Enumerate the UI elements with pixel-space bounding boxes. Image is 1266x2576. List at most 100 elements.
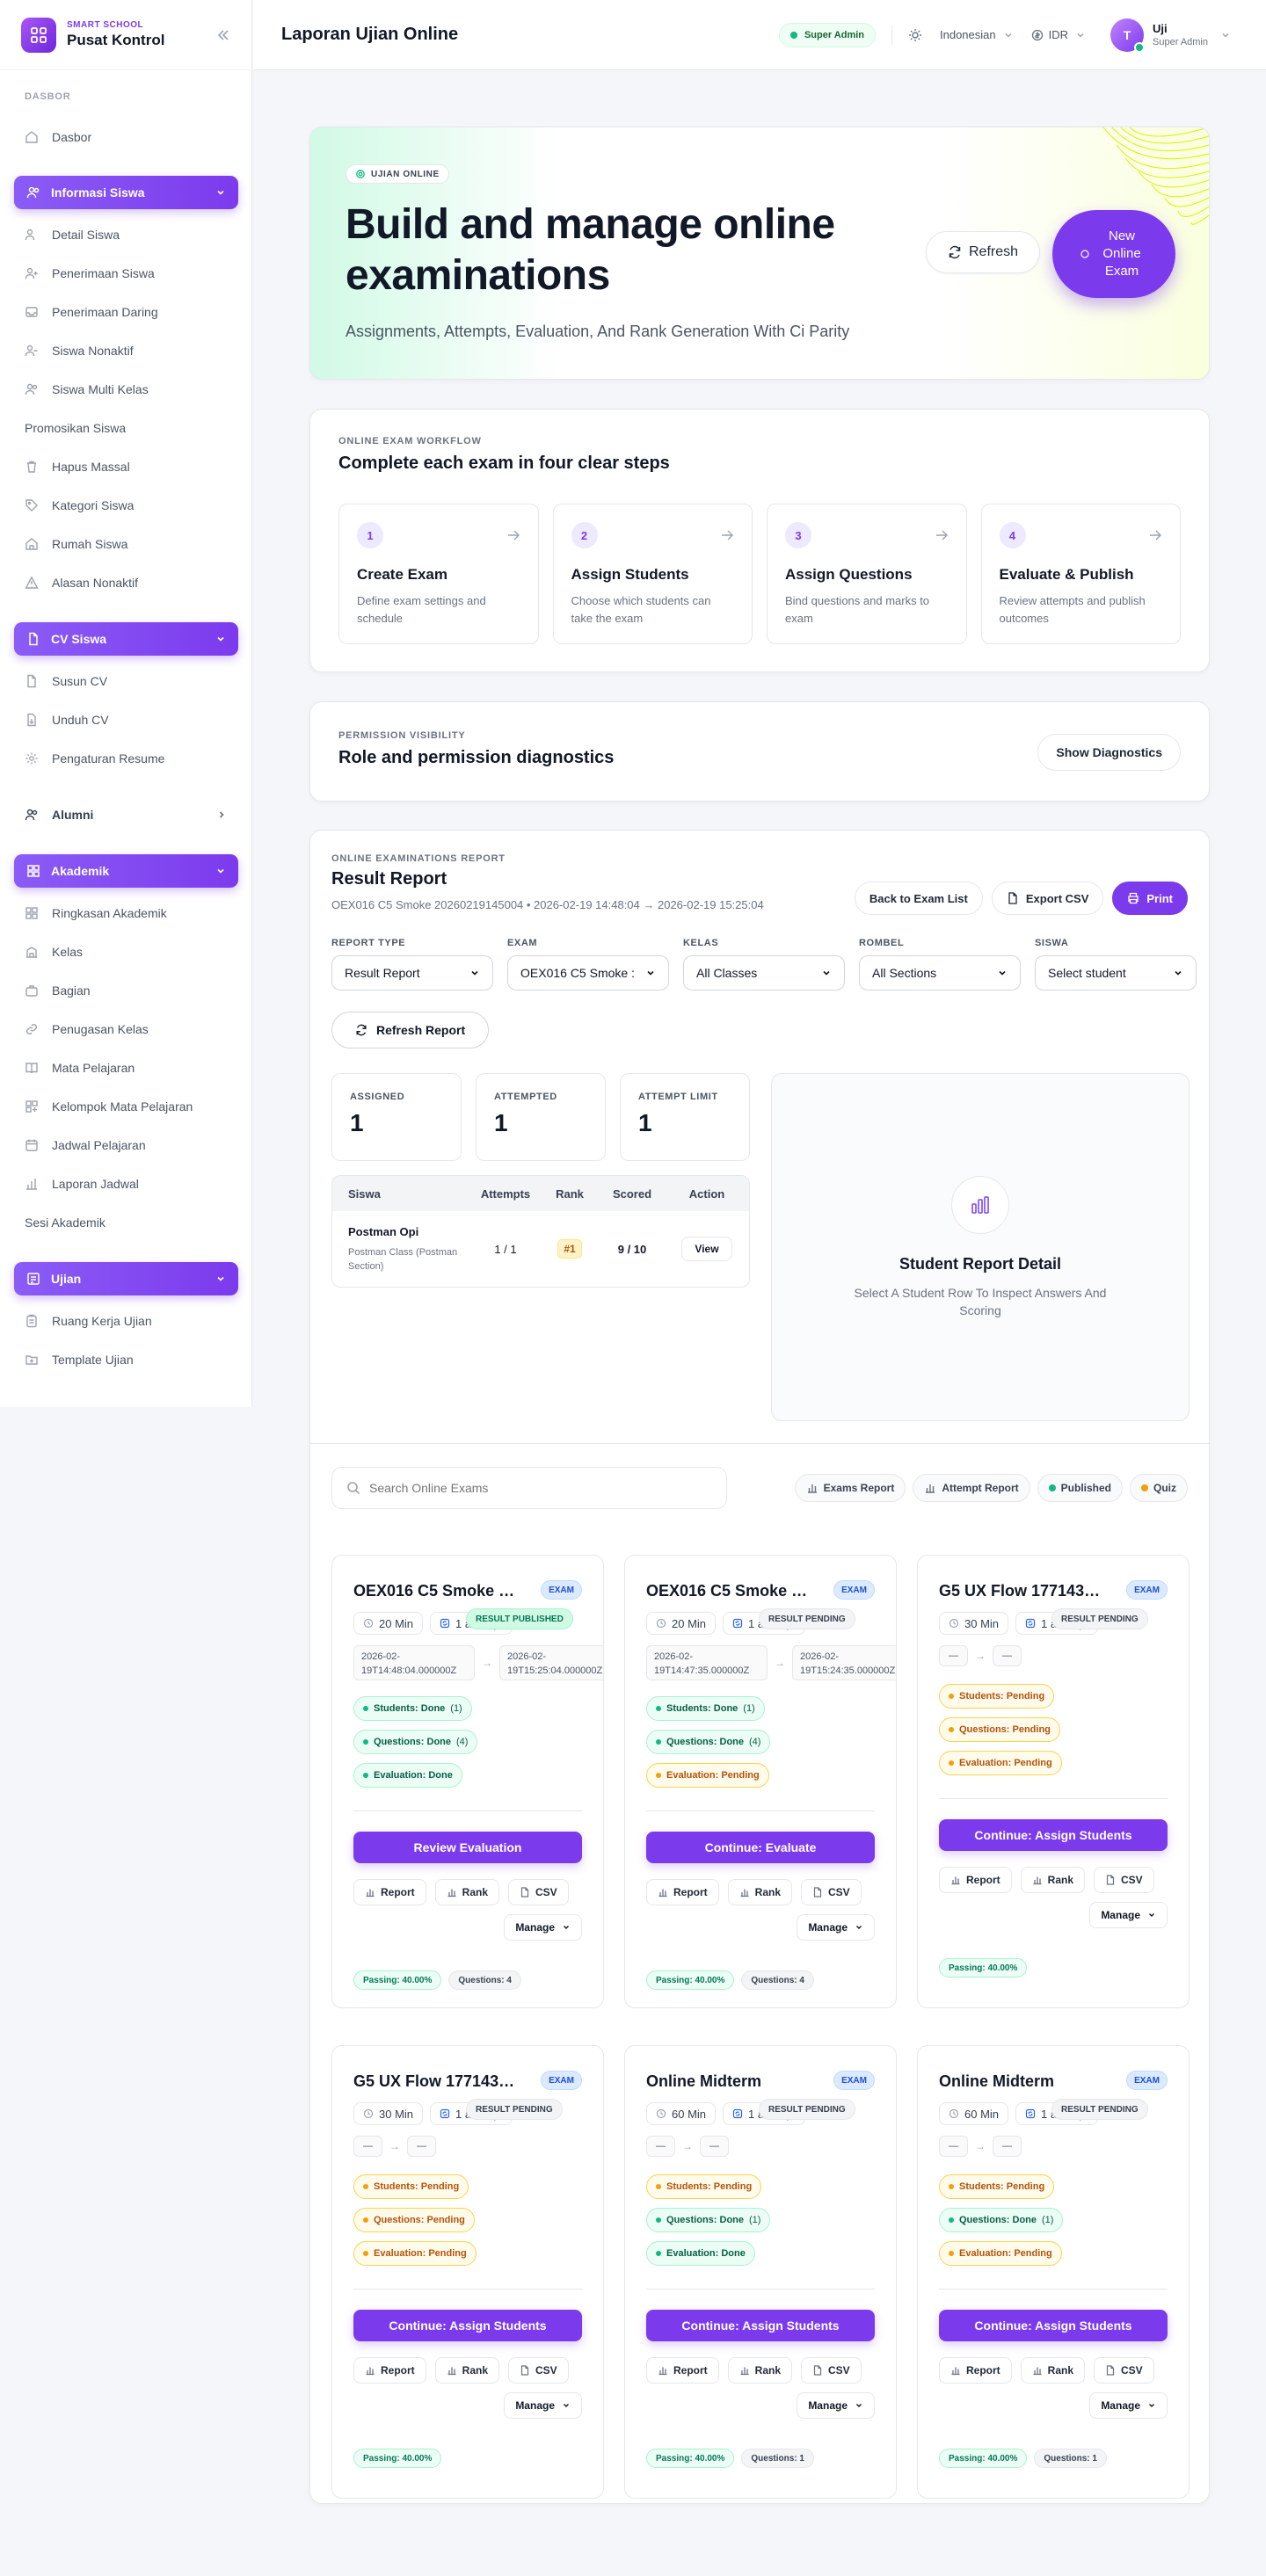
csv-button[interactable]: CSV <box>801 2357 862 2384</box>
manage-dropdown[interactable]: Manage <box>504 2392 582 2419</box>
manage-dropdown[interactable]: Manage <box>504 1914 582 1941</box>
sidebar-item-promosikan-siswa[interactable]: Promosikan Siswa <box>25 415 237 441</box>
sidebar-item-sesi-akademik[interactable]: Sesi Akademik <box>25 1209 237 1236</box>
workflow-step[interactable]: 3 Assign Questions Bind questions and ma… <box>767 504 967 644</box>
primary-action-button[interactable]: Continue: Assign Students <box>939 2310 1168 2341</box>
report-button[interactable]: Report <box>646 1879 719 1905</box>
manage-dropdown[interactable]: Manage <box>1089 2392 1168 2419</box>
sidebar-item-kelas[interactable]: Kelas <box>25 939 237 965</box>
sidebar-item-mata-pelajaran[interactable]: Mata Pelajaran <box>25 1055 237 1081</box>
csv-button[interactable]: CSV <box>1094 1867 1154 1893</box>
csv-button[interactable]: CSV <box>508 1879 569 1905</box>
report-type-select[interactable]: Result Report <box>331 955 493 990</box>
manage-dropdown[interactable]: Manage <box>797 2392 875 2419</box>
sidebar-item-kategori-siswa[interactable]: Kategori Siswa <box>25 492 237 519</box>
quiz-chip[interactable]: Quiz <box>1130 1474 1188 1502</box>
refresh-button[interactable]: Refresh <box>926 231 1041 273</box>
siswa-select[interactable]: Select student <box>1035 955 1197 990</box>
sidebar-item-ringkasan-akademik[interactable]: Ringkasan Akademik <box>25 900 237 926</box>
workflow-step[interactable]: 1 Create Exam Define exam settings and s… <box>338 504 539 644</box>
theme-toggle-icon[interactable] <box>908 28 922 42</box>
exam-card[interactable]: Online MidtermEXAM60 Min1 attemptRESULT … <box>624 2045 897 2499</box>
exam-select[interactable]: OEX016 C5 Smoke : <box>507 955 669 990</box>
sidebar-item-penerimaan-siswa[interactable]: Penerimaan Siswa <box>25 260 237 287</box>
sidebar-item-alasan-nonaktif[interactable]: Alasan Nonaktif <box>25 570 237 596</box>
rank-button[interactable]: Rank <box>727 2357 793 2384</box>
report-button[interactable]: Report <box>646 2357 719 2384</box>
workflow-step[interactable]: 2 Assign Students Choose which students … <box>552 504 753 644</box>
report-button[interactable]: Report <box>939 2357 1012 2384</box>
primary-action-button[interactable]: Continue: Assign Students <box>353 2310 582 2341</box>
exam-card[interactable]: OEX016 C5 Smoke 20260219144737 EXAM 20 Min… <box>624 1555 897 2008</box>
sidebar-group-ujian[interactable]: Ujian <box>14 1262 238 1295</box>
primary-action-button[interactable]: Continue: Assign Students <box>939 1819 1168 1851</box>
manage-dropdown[interactable]: Manage <box>797 1914 875 1941</box>
rank-button[interactable]: Rank <box>434 1879 500 1905</box>
sidebar-item-laporan-jadwal[interactable]: Laporan Jadwal <box>25 1171 237 1197</box>
exam-card[interactable]: G5 UX Flow 1771438511EXAM30 Min1 attempt… <box>917 1555 1190 2008</box>
collapse-sidebar-icon[interactable] <box>216 28 230 42</box>
exam-card[interactable]: Online MidtermEXAM60 Min1 attemptRESULT … <box>917 2045 1190 2499</box>
sidebar-item-penerimaan-daring[interactable]: Penerimaan Daring <box>25 299 237 325</box>
manage-dropdown[interactable]: Manage <box>1089 1902 1168 1928</box>
language-select[interactable]: Indonesian <box>940 28 1014 41</box>
primary-action-button[interactable]: Continue: Assign Students <box>646 2310 875 2341</box>
sidebar-group-akademik[interactable]: Akademik <box>14 854 238 888</box>
primary-action-button[interactable]: Review Evaluation <box>353 1832 582 1863</box>
search-icon <box>347 1482 360 1495</box>
sidebar-item-jadwal-pelajaran[interactable]: Jadwal Pelajaran <box>25 1132 237 1158</box>
user-menu[interactable]: Uji Super Admin <box>1153 22 1208 47</box>
rombel-select[interactable]: All Sections <box>859 955 1021 990</box>
back-to-exam-list-button[interactable]: Back to Exam List <box>854 882 983 915</box>
published-chip[interactable]: Published <box>1037 1474 1123 1502</box>
report-button[interactable]: Report <box>939 1867 1012 1893</box>
sidebar-item-siswa-multi-kelas[interactable]: Siswa Multi Kelas <box>25 376 237 403</box>
currency-select[interactable]: IDR <box>1031 28 1086 41</box>
export-csv-button[interactable]: Export CSV <box>991 882 1104 915</box>
sidebar-group-cv-siswa[interactable]: CV Siswa <box>14 622 238 656</box>
sidebar-item-kelompok-mata-pelajaran[interactable]: Kelompok Mata Pelajaran <box>25 1093 237 1120</box>
view-button[interactable]: View <box>681 1237 732 1261</box>
chevron-down-icon[interactable] <box>1220 30 1231 40</box>
attempt-report-chip[interactable]: Attempt Report <box>913 1474 1030 1502</box>
search-input[interactable] <box>369 1481 712 1495</box>
sidebar-item-alumni[interactable]: Alumni <box>25 802 227 828</box>
rank-button[interactable]: Rank <box>1020 1867 1086 1893</box>
sidebar-item-detail-siswa[interactable]: Detail Siswa <box>25 221 237 248</box>
sidebar-item-pengaturan-resume[interactable]: Pengaturan Resume <box>25 745 237 772</box>
avatar[interactable]: T <box>1110 18 1146 53</box>
exam-card[interactable]: G5 UX Flow 1771438220EXAM30 Min1 attempt… <box>331 2045 604 2499</box>
sidebar-item-siswa-nonaktif[interactable]: Siswa Nonaktif <box>25 337 237 364</box>
csv-button[interactable]: CSV <box>801 1879 862 1905</box>
csv-button[interactable]: CSV <box>1094 2357 1154 2384</box>
exam-card[interactable]: OEX016 C5 Smoke 20260219145004 EXAM 20 Min… <box>331 1555 604 2008</box>
refresh-report-button[interactable]: Refresh Report <box>331 1012 490 1049</box>
workflow-step[interactable]: 4 Evaluate & Publish Review attempts and… <box>980 504 1181 644</box>
sidebar-item-hapus-massal[interactable]: Hapus Massal <box>25 454 237 480</box>
sidebar-item-rumah-siswa[interactable]: Rumah Siswa <box>25 531 237 557</box>
primary-action-button[interactable]: Continue: Evaluate <box>646 1832 875 1863</box>
sidebar-item-unduh-cv[interactable]: Unduh CV <box>25 707 237 733</box>
sidebar-item-susun-cv[interactable]: Susun CV <box>25 668 237 694</box>
trash-icon <box>27 461 36 473</box>
new-online-exam-button[interactable]: New Online Exam <box>1052 210 1175 298</box>
report-button[interactable]: Report <box>353 1879 426 1905</box>
rank-button[interactable]: Rank <box>727 1879 793 1905</box>
show-diagnostics-button[interactable]: Show Diagnostics <box>1037 734 1181 771</box>
sidebar-item-ruang-kerja-ujian[interactable]: Ruang Kerja Ujian <box>25 1308 237 1334</box>
sidebar-item-penugasan-kelas[interactable]: Penugasan Kelas <box>25 1016 237 1042</box>
sidebar-item-label: Alumni <box>52 808 94 822</box>
report-button[interactable]: Report <box>353 2357 426 2384</box>
sidebar-item-dasbor[interactable]: Dasbor <box>25 124 237 150</box>
rank-button[interactable]: Rank <box>1020 2357 1086 2384</box>
exams-report-chip[interactable]: Exams Report <box>794 1474 906 1502</box>
rank-button[interactable]: Rank <box>434 2357 500 2384</box>
csv-button[interactable]: CSV <box>508 2357 569 2384</box>
table-row[interactable]: Postman Opi Postman Class (Postman Secti… <box>332 1211 749 1287</box>
kelas-select[interactable]: All Classes <box>683 955 845 990</box>
sidebar-item-template-ujian[interactable]: Template Ujian <box>25 1346 237 1373</box>
print-button[interactable]: Print <box>1112 882 1188 915</box>
sidebar-group-informasi-siswa[interactable]: Informasi Siswa <box>14 176 238 209</box>
brand-title: Pusat Kontrol <box>67 32 165 48</box>
sidebar-item-bagian[interactable]: Bagian <box>25 977 237 1004</box>
